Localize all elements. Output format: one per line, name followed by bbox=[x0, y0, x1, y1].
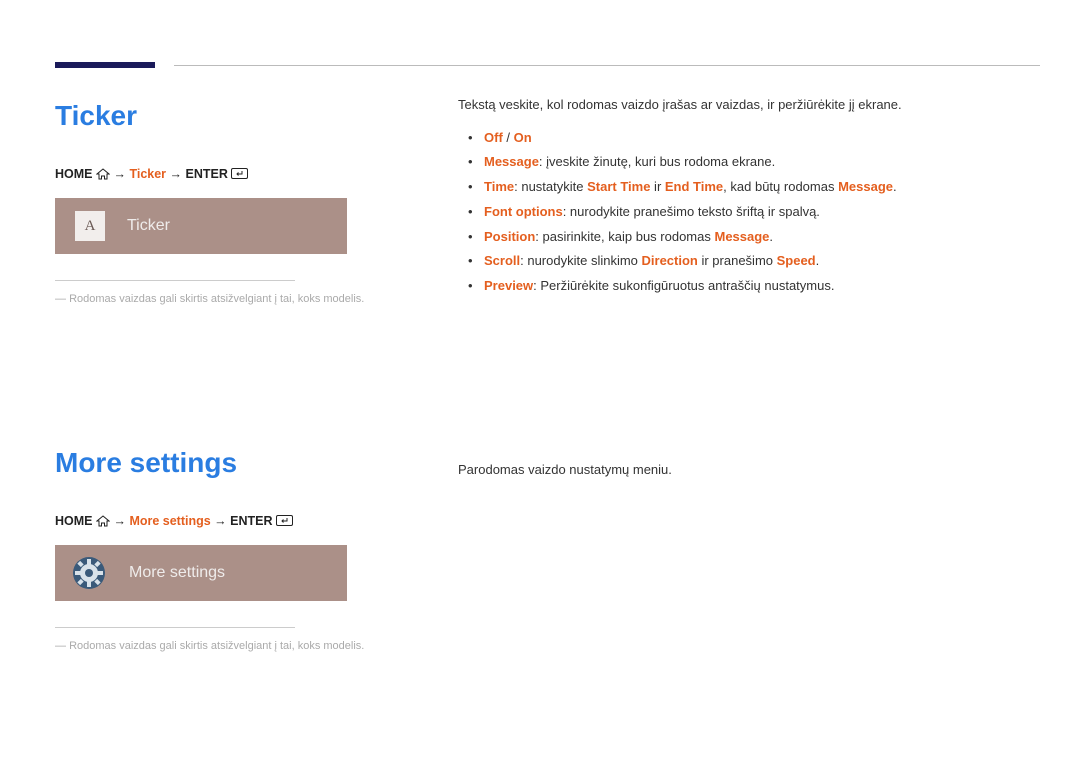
enter-icon bbox=[276, 515, 294, 527]
bullet-time: Time: nustatykite Start Time ir End Time… bbox=[458, 175, 1040, 200]
bullet-font: Font options: nurodykite pranešimo tekst… bbox=[458, 200, 1040, 225]
accent-bar bbox=[55, 62, 155, 68]
bullet-preview: Preview: Peržiūrėkite sukonfigūruotus an… bbox=[458, 274, 1040, 299]
bullet-scroll: Scroll: nurodykite slinkimo Direction ir… bbox=[458, 249, 1040, 274]
home-icon bbox=[96, 168, 110, 180]
bullet-position: Position: pasirinkite, kaip bus rodomas … bbox=[458, 225, 1040, 250]
ticker-description: Tekstą veskite, kol rodomas vaizdo įraša… bbox=[450, 95, 1040, 307]
more-menu-label: More settings bbox=[129, 561, 225, 585]
rule bbox=[55, 627, 295, 628]
rule bbox=[55, 280, 295, 281]
section-more-settings: More settings HOME → More settings → ENT… bbox=[55, 442, 1040, 654]
ticker-menu-label: Ticker bbox=[127, 214, 170, 238]
gear-icon bbox=[69, 553, 109, 593]
nav-enter-label: ENTER bbox=[230, 514, 272, 528]
more-nav-path: HOME → More settings → ENTER bbox=[55, 512, 450, 531]
nav-ticker-label: Ticker bbox=[129, 167, 166, 181]
nav-home-label: HOME bbox=[55, 514, 93, 528]
nav-enter-label: ENTER bbox=[186, 167, 228, 181]
more-body: Parodomas vaizdo nustatymų meniu. bbox=[458, 460, 1040, 481]
more-menu-item: More settings bbox=[55, 545, 347, 601]
bullet-message: Message: įveskite žinutę, kuri bus rodom… bbox=[458, 150, 1040, 175]
section-ticker: Ticker HOME → Ticker → ENTER A Ticker Ro… bbox=[55, 95, 1040, 307]
enter-icon bbox=[231, 168, 249, 180]
ticker-nav-path: HOME → Ticker → ENTER bbox=[55, 165, 450, 184]
ticker-menu-item: A Ticker bbox=[55, 198, 347, 254]
ticker-disclaimer: Rodomas vaizdas gali skirtis atsižvelgia… bbox=[55, 291, 450, 308]
nav-more-label: More settings bbox=[129, 514, 210, 528]
top-rule bbox=[174, 65, 1040, 66]
home-icon bbox=[96, 515, 110, 527]
more-description: Parodomas vaizdo nustatymų meniu. bbox=[450, 442, 1040, 654]
more-heading: More settings bbox=[55, 442, 450, 484]
ticker-bullets: Off / On Message: įveskite žinutę, kuri … bbox=[458, 126, 1040, 299]
more-disclaimer: Rodomas vaizdas gali skirtis atsižvelgia… bbox=[55, 638, 450, 655]
ticker-tile-icon: A bbox=[75, 211, 105, 241]
nav-home-label: HOME bbox=[55, 167, 93, 181]
bullet-off-on: Off / On bbox=[458, 126, 1040, 151]
ticker-heading: Ticker bbox=[55, 95, 450, 137]
ticker-intro: Tekstą veskite, kol rodomas vaizdo įraša… bbox=[458, 95, 1040, 116]
